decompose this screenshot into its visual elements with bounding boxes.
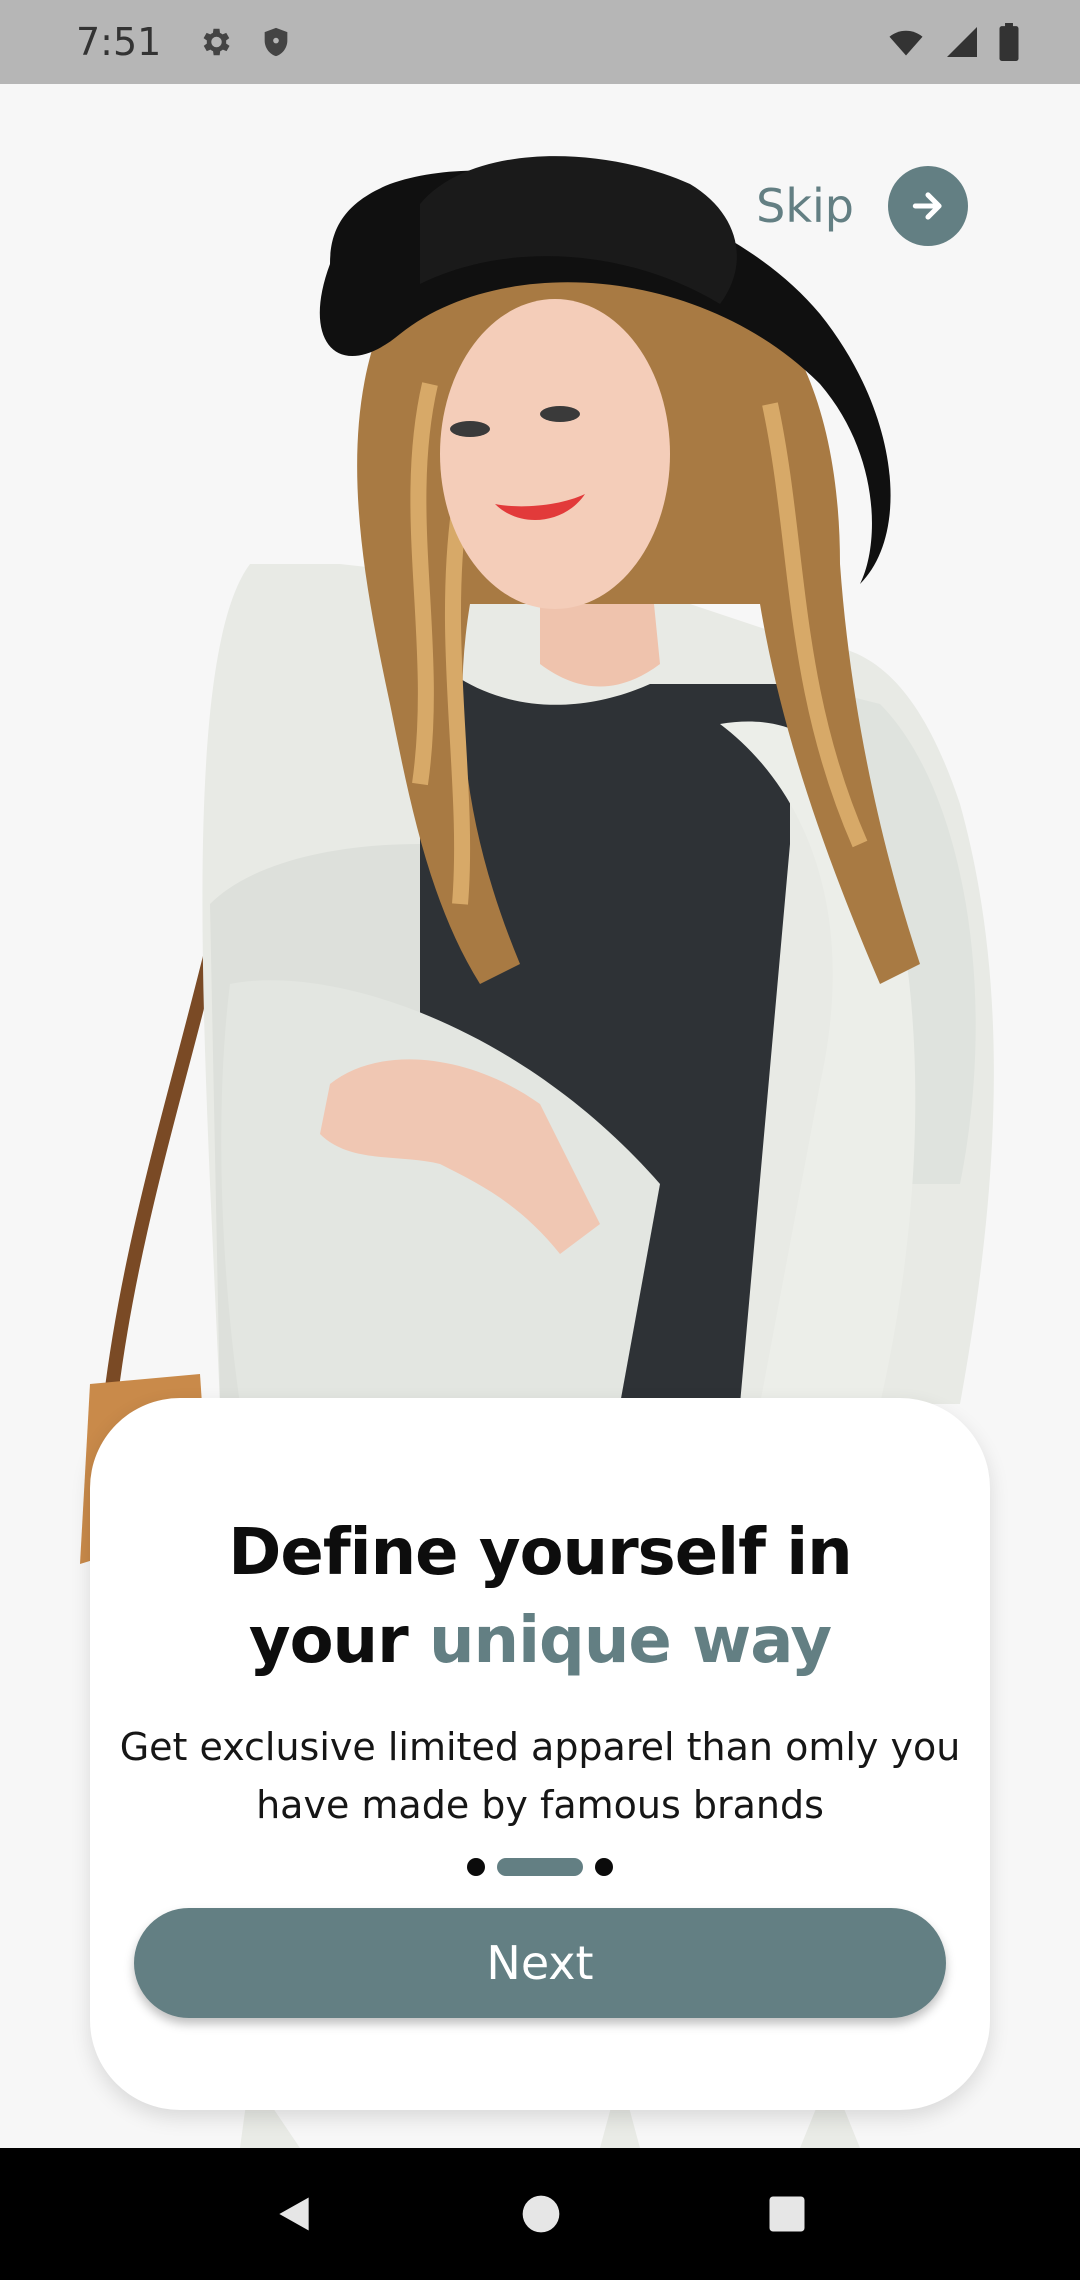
- skip-control[interactable]: Skip: [756, 166, 968, 246]
- status-bar: 7:51: [0, 0, 1080, 84]
- title-accent: unique way: [428, 1604, 832, 1678]
- onboarding-screen: Skip Define yourself in your unique way …: [0, 84, 1080, 2148]
- status-system-icons: [886, 23, 1020, 61]
- gear-icon: [203, 28, 230, 56]
- home-icon[interactable]: [519, 2192, 563, 2236]
- recents-icon[interactable]: [766, 2193, 808, 2235]
- page-dot-1[interactable]: [467, 1858, 485, 1876]
- shield-icon: [265, 27, 288, 57]
- title-line-1: Define yourself in: [228, 1516, 852, 1590]
- status-notification-icons: [197, 24, 293, 60]
- skip-button[interactable]: [888, 166, 968, 246]
- skip-label[interactable]: Skip: [756, 179, 854, 233]
- next-button[interactable]: Next: [134, 1908, 946, 2018]
- wifi-icon: [889, 30, 923, 56]
- status-time: 7:51: [76, 20, 162, 64]
- battery-icon: [999, 23, 1019, 61]
- page-indicator: [90, 1858, 990, 1876]
- back-icon[interactable]: [272, 2190, 316, 2238]
- page-dot-2-active[interactable]: [497, 1858, 583, 1876]
- signal-icon: [947, 27, 977, 57]
- onboarding-card: Define yourself in your unique way Get e…: [90, 1398, 990, 2110]
- arrow-right-icon: [912, 192, 942, 220]
- title-line-2-prefix: your: [248, 1604, 429, 1678]
- onboarding-subtitle: Get exclusive limited apparel than omly …: [119, 1725, 961, 1827]
- system-nav-bar: [0, 2148, 1080, 2280]
- page-dot-3[interactable]: [595, 1858, 613, 1876]
- title-line-2: your unique way: [90, 1604, 990, 1678]
